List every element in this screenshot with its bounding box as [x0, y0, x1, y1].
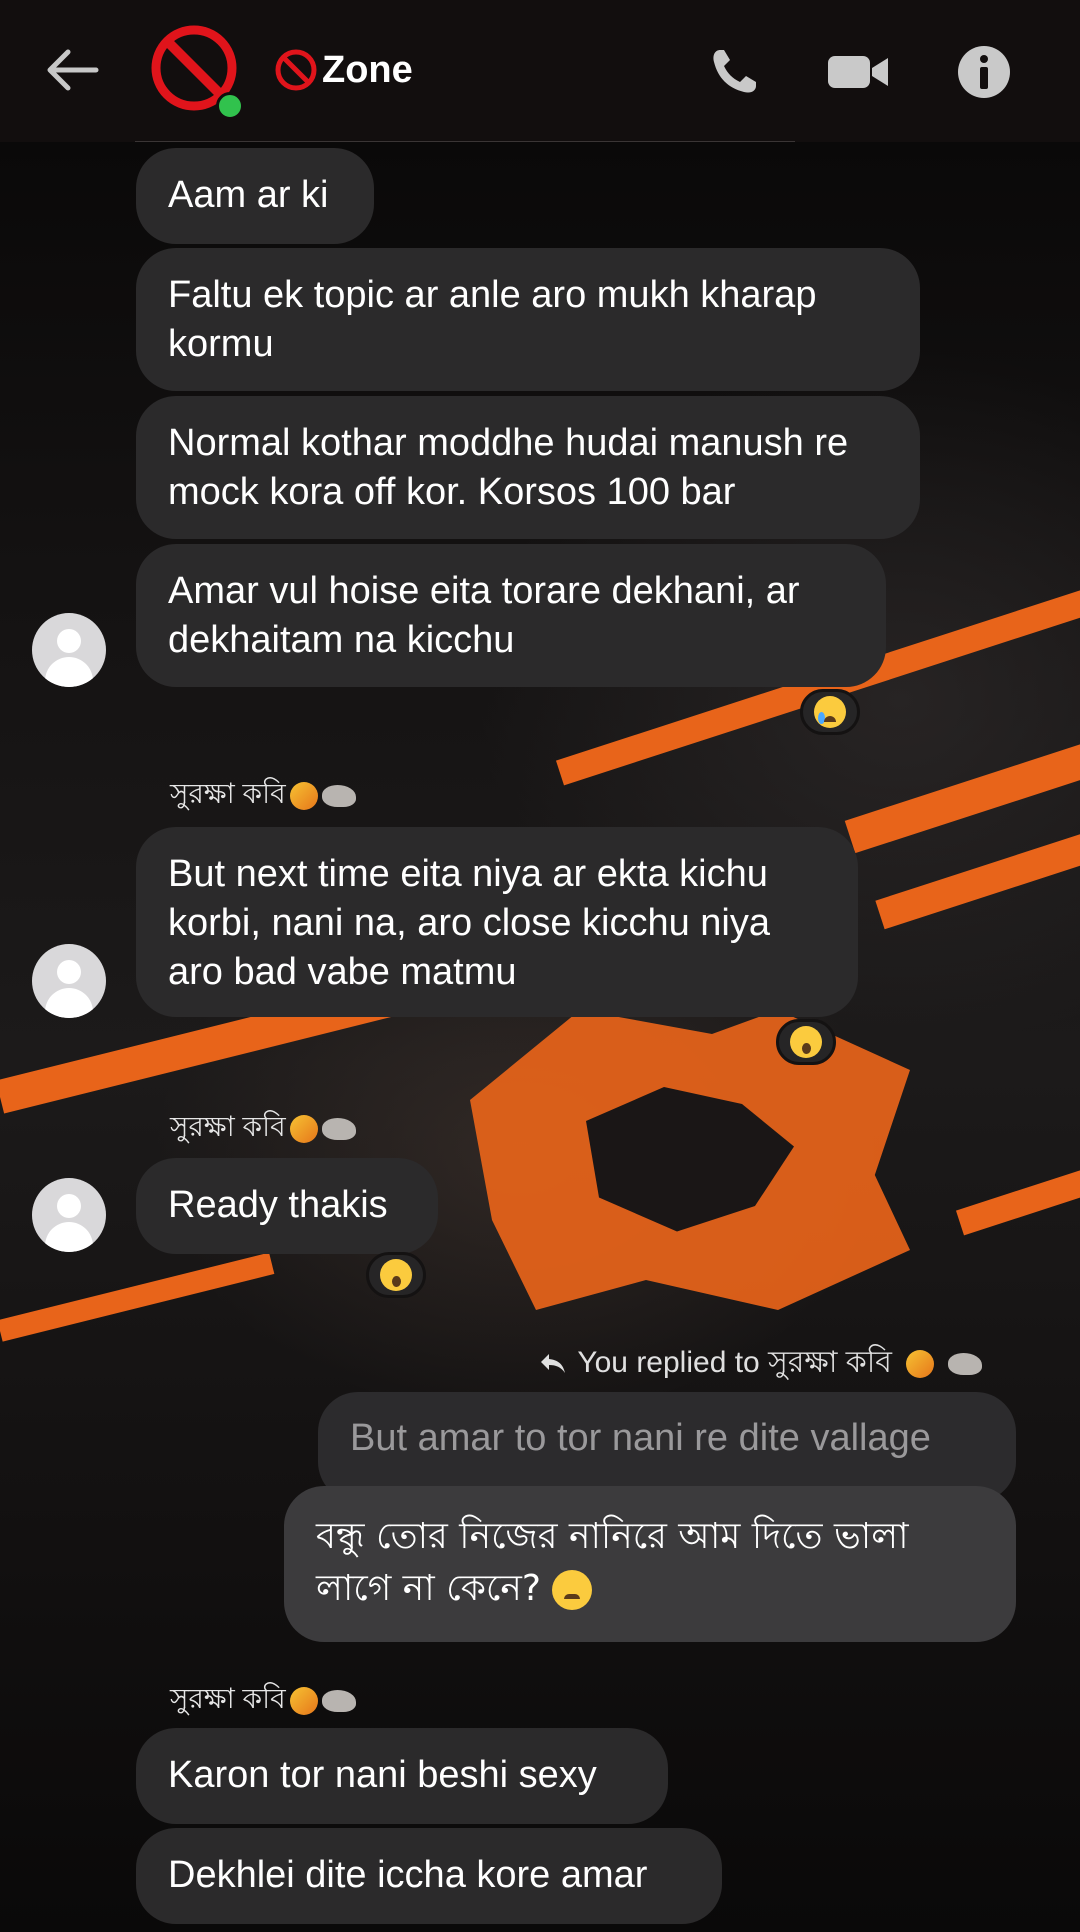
header-divider — [135, 141, 795, 142]
avatar[interactable] — [32, 1178, 106, 1252]
no-entry-icon — [275, 49, 317, 91]
avatar-body — [45, 657, 93, 687]
sender-name: সুরক্ষা কবি — [170, 1105, 356, 1152]
mouth — [564, 1594, 581, 1599]
message-bubble[interactable]: Ready thakis — [136, 1158, 438, 1254]
info-icon[interactable] — [956, 44, 1012, 100]
mango-icon — [289, 1114, 318, 1143]
sender-name: সুরক্ষা কবি — [170, 772, 356, 819]
message-bubble[interactable]: Normal kothar moddhe hudai manush re moc… — [136, 396, 920, 539]
online-indicator — [216, 92, 244, 120]
message-bubble[interactable]: Dekhlei dite iccha kore amar — [136, 1828, 722, 1924]
surprised-face-icon — [790, 1026, 822, 1058]
avatar[interactable] — [32, 613, 106, 687]
video-icon[interactable] — [826, 44, 890, 100]
message-list: Aam ar ki Faltu ek topic ar anle aro muk… — [0, 0, 1080, 1932]
avatar-body — [45, 1222, 93, 1252]
crying-face-icon — [814, 696, 846, 728]
mouth — [824, 716, 836, 722]
chat-header: Zone — [0, 0, 1080, 142]
back-arrow-icon[interactable] — [44, 48, 100, 92]
chat-title-text: Zone — [322, 48, 413, 91]
mango-icon — [289, 781, 318, 810]
reaction-surprised[interactable] — [366, 1252, 426, 1298]
mango-icon — [289, 1686, 318, 1715]
avatar-head — [57, 960, 81, 984]
mango-icon — [906, 1349, 934, 1378]
surprised-face-icon — [380, 1259, 412, 1291]
message-bubble[interactable]: Aam ar ki — [136, 148, 374, 244]
avatar[interactable] — [32, 944, 106, 1018]
reply-arrow-icon — [541, 1353, 566, 1373]
disappointed-face-icon — [552, 1570, 593, 1610]
mouth — [392, 1276, 401, 1287]
message-bubble[interactable]: Amar vul hoise eita torare dekhani, ar d… — [136, 544, 886, 687]
avatar-head — [57, 1194, 81, 1218]
avatar-head — [57, 629, 81, 653]
rat-icon — [321, 1689, 356, 1712]
reaction-crying[interactable] — [800, 689, 860, 735]
rat-icon — [321, 784, 356, 807]
sender-name: সুরক্ষা কবি — [170, 1677, 356, 1724]
rat-icon — [321, 1117, 356, 1140]
reply-hint: You replied to সুরক্ষা কবি — [539, 1338, 982, 1389]
message-bubble[interactable]: But next time eita niya ar ekta kichu ko… — [136, 827, 858, 1017]
chat-title[interactable]: Zone — [274, 48, 413, 92]
phone-icon[interactable] — [706, 44, 762, 100]
my-message-bubble[interactable]: বন্ধু তোর নিজের নানিরে আম দিতে ভালা লাগে… — [284, 1486, 1016, 1642]
rat-icon — [948, 1352, 982, 1375]
mouth — [802, 1043, 811, 1054]
reaction-surprised[interactable] — [776, 1019, 836, 1065]
avatar-body — [45, 988, 93, 1018]
message-bubble[interactable]: Faltu ek topic ar anle aro mukh kharap k… — [136, 248, 920, 391]
message-bubble[interactable]: Karon tor nani beshi sexy — [136, 1728, 668, 1824]
